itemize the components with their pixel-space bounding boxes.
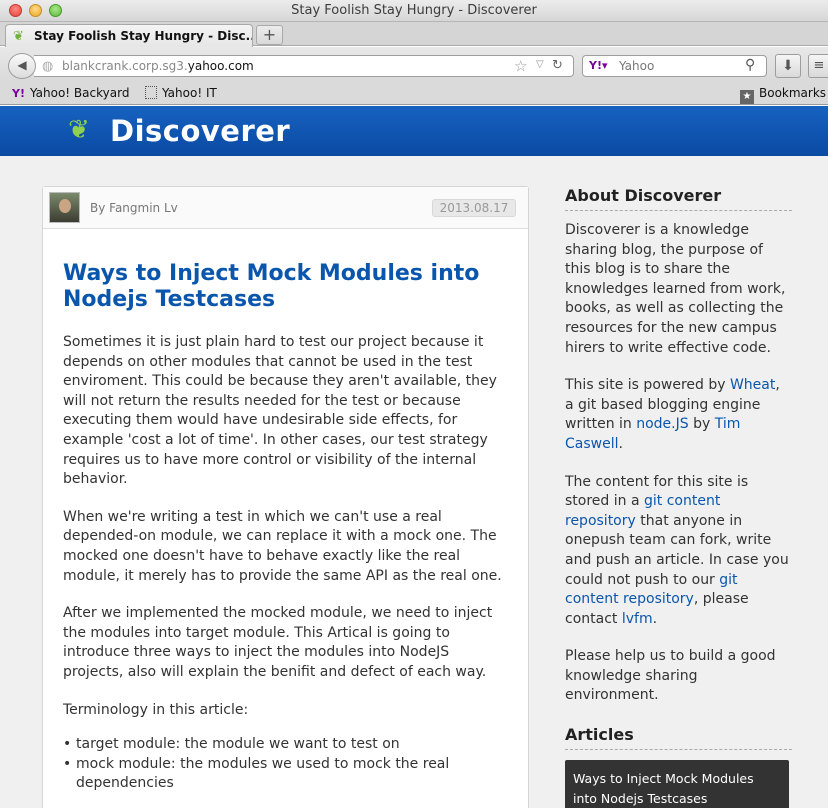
sidebar-article-link[interactable]: Ways to Inject Mock Modules into Nodejs … bbox=[565, 760, 789, 808]
downloads-button[interactable]: ⬇ bbox=[775, 54, 801, 78]
page-content: By Fangmin Lv 2013.08.17 Ways to Inject … bbox=[0, 156, 828, 808]
search-icon[interactable]: ⚲ bbox=[745, 57, 755, 73]
bookmark-label: Yahoo! Backyard bbox=[29, 86, 130, 100]
content-repo-text: The content for this site is stored in a… bbox=[565, 473, 792, 630]
tab-strip: ❦ Stay Foolish Stay Hungry - Disc... + bbox=[0, 22, 828, 47]
text: . bbox=[652, 610, 658, 627]
bookmark-star-icon[interactable]: ☆ bbox=[514, 57, 527, 75]
page-icon bbox=[145, 86, 157, 99]
yahoo-icon: Y! bbox=[12, 87, 25, 100]
globe-icon: ◍ bbox=[42, 59, 54, 74]
article-paragraph: After we implemented the mocked module, … bbox=[63, 605, 493, 680]
powered-by-text: This site is powered by Wheat, a git bas… bbox=[565, 376, 792, 454]
bookmarks-toolbar: Y! Yahoo! Backyard Yahoo! IT ★ Bookmarks bbox=[0, 83, 828, 105]
tab-active[interactable]: ❦ Stay Foolish Stay Hungry - Disc... bbox=[5, 24, 253, 47]
bookmark-yahoo-backyard[interactable]: Y! Yahoo! Backyard bbox=[12, 86, 129, 100]
bookmark-label: Yahoo! IT bbox=[162, 86, 217, 100]
history-dropdown-icon[interactable]: ▽ bbox=[536, 59, 544, 70]
search-placeholder: Yahoo bbox=[619, 59, 655, 73]
window-title: Stay Foolish Stay Hungry - Discoverer bbox=[291, 3, 537, 18]
site-logo-link[interactable]: Discoverer bbox=[110, 114, 290, 148]
articles-heading: Articles bbox=[565, 725, 792, 751]
url-prefix: blankcrank.corp.sg3. bbox=[62, 59, 188, 73]
menu-icon: ≡ bbox=[813, 58, 825, 73]
avatar-face bbox=[59, 199, 71, 213]
article-meta: By Fangmin Lv 2013.08.17 bbox=[43, 187, 528, 229]
text: . bbox=[618, 435, 623, 452]
article-card: By Fangmin Lv 2013.08.17 Ways to Inject … bbox=[42, 186, 529, 808]
reload-icon[interactable]: ↻ bbox=[552, 58, 563, 73]
yahoo-engine-icon[interactable]: Y!▾ bbox=[589, 59, 608, 72]
article-body: Sometimes it is just plain hard to test … bbox=[63, 333, 509, 794]
sprout-logo-icon: ❦ bbox=[68, 115, 90, 145]
new-tab-button[interactable]: + bbox=[256, 25, 283, 45]
article-paragraph: Terminology in this article: bbox=[63, 701, 249, 718]
list-item: target module: the module we want to tes… bbox=[63, 735, 509, 755]
nodejs-link[interactable]: node.JS bbox=[636, 416, 688, 432]
text: This site is powered by bbox=[565, 377, 730, 394]
sidebar: About Discoverer Discoverer is a knowled… bbox=[565, 186, 792, 808]
bookmarks-star-icon: ★ bbox=[740, 90, 754, 104]
about-text: Discoverer is a knowledge sharing blog, … bbox=[565, 222, 786, 356]
article-date-badge: 2013.08.17 bbox=[432, 199, 516, 217]
download-arrow-icon: ⬇ bbox=[782, 58, 794, 74]
window-titlebar: Stay Foolish Stay Hungry - Discoverer bbox=[0, 0, 828, 22]
menu-button[interactable]: ≡ bbox=[808, 54, 828, 78]
article-author: By Fangmin Lv bbox=[90, 201, 178, 215]
wheat-link[interactable]: Wheat bbox=[730, 377, 775, 393]
url-field[interactable]: ◍ blankcrank.corp.sg3.yahoo.com ☆ ▽ ↻ bbox=[34, 55, 574, 77]
help-text: Please help us to build a good knowledge… bbox=[565, 648, 776, 704]
sprout-icon: ❦ bbox=[13, 29, 24, 44]
back-arrow-icon: ◀ bbox=[17, 58, 27, 72]
site-header: ❦ Discoverer bbox=[0, 106, 828, 156]
article-paragraph: When we're writing a test in which we ca… bbox=[63, 508, 502, 584]
url-host: yahoo.com bbox=[187, 59, 254, 73]
list-item: mock module: the modules we used to mock… bbox=[63, 755, 509, 794]
bookmarks-menu-button[interactable]: ★ Bookmarks bbox=[740, 86, 826, 104]
article-paragraph: Sometimes it is just plain hard to test … bbox=[63, 334, 497, 488]
tab-label: Stay Foolish Stay Hungry - Disc... bbox=[34, 29, 253, 43]
author-avatar bbox=[49, 192, 80, 223]
about-heading: About Discoverer bbox=[565, 186, 792, 211]
back-button[interactable]: ◀ bbox=[8, 53, 36, 79]
bookmarks-menu-label: Bookmarks bbox=[759, 86, 827, 100]
terminology-list: target module: the module we want to tes… bbox=[63, 735, 509, 794]
navigation-toolbar: ◍ blankcrank.corp.sg3.yahoo.com ☆ ▽ ↻ ◀ … bbox=[0, 47, 828, 83]
text: by bbox=[688, 416, 715, 433]
search-field[interactable]: Y!▾ Yahoo ⚲ bbox=[582, 55, 767, 77]
bookmark-yahoo-it[interactable]: Yahoo! IT bbox=[145, 86, 217, 100]
article-title-link[interactable]: Ways to Inject Mock Modules into Nodejs … bbox=[63, 261, 503, 313]
lvfm-link[interactable]: lvfm bbox=[622, 611, 653, 627]
